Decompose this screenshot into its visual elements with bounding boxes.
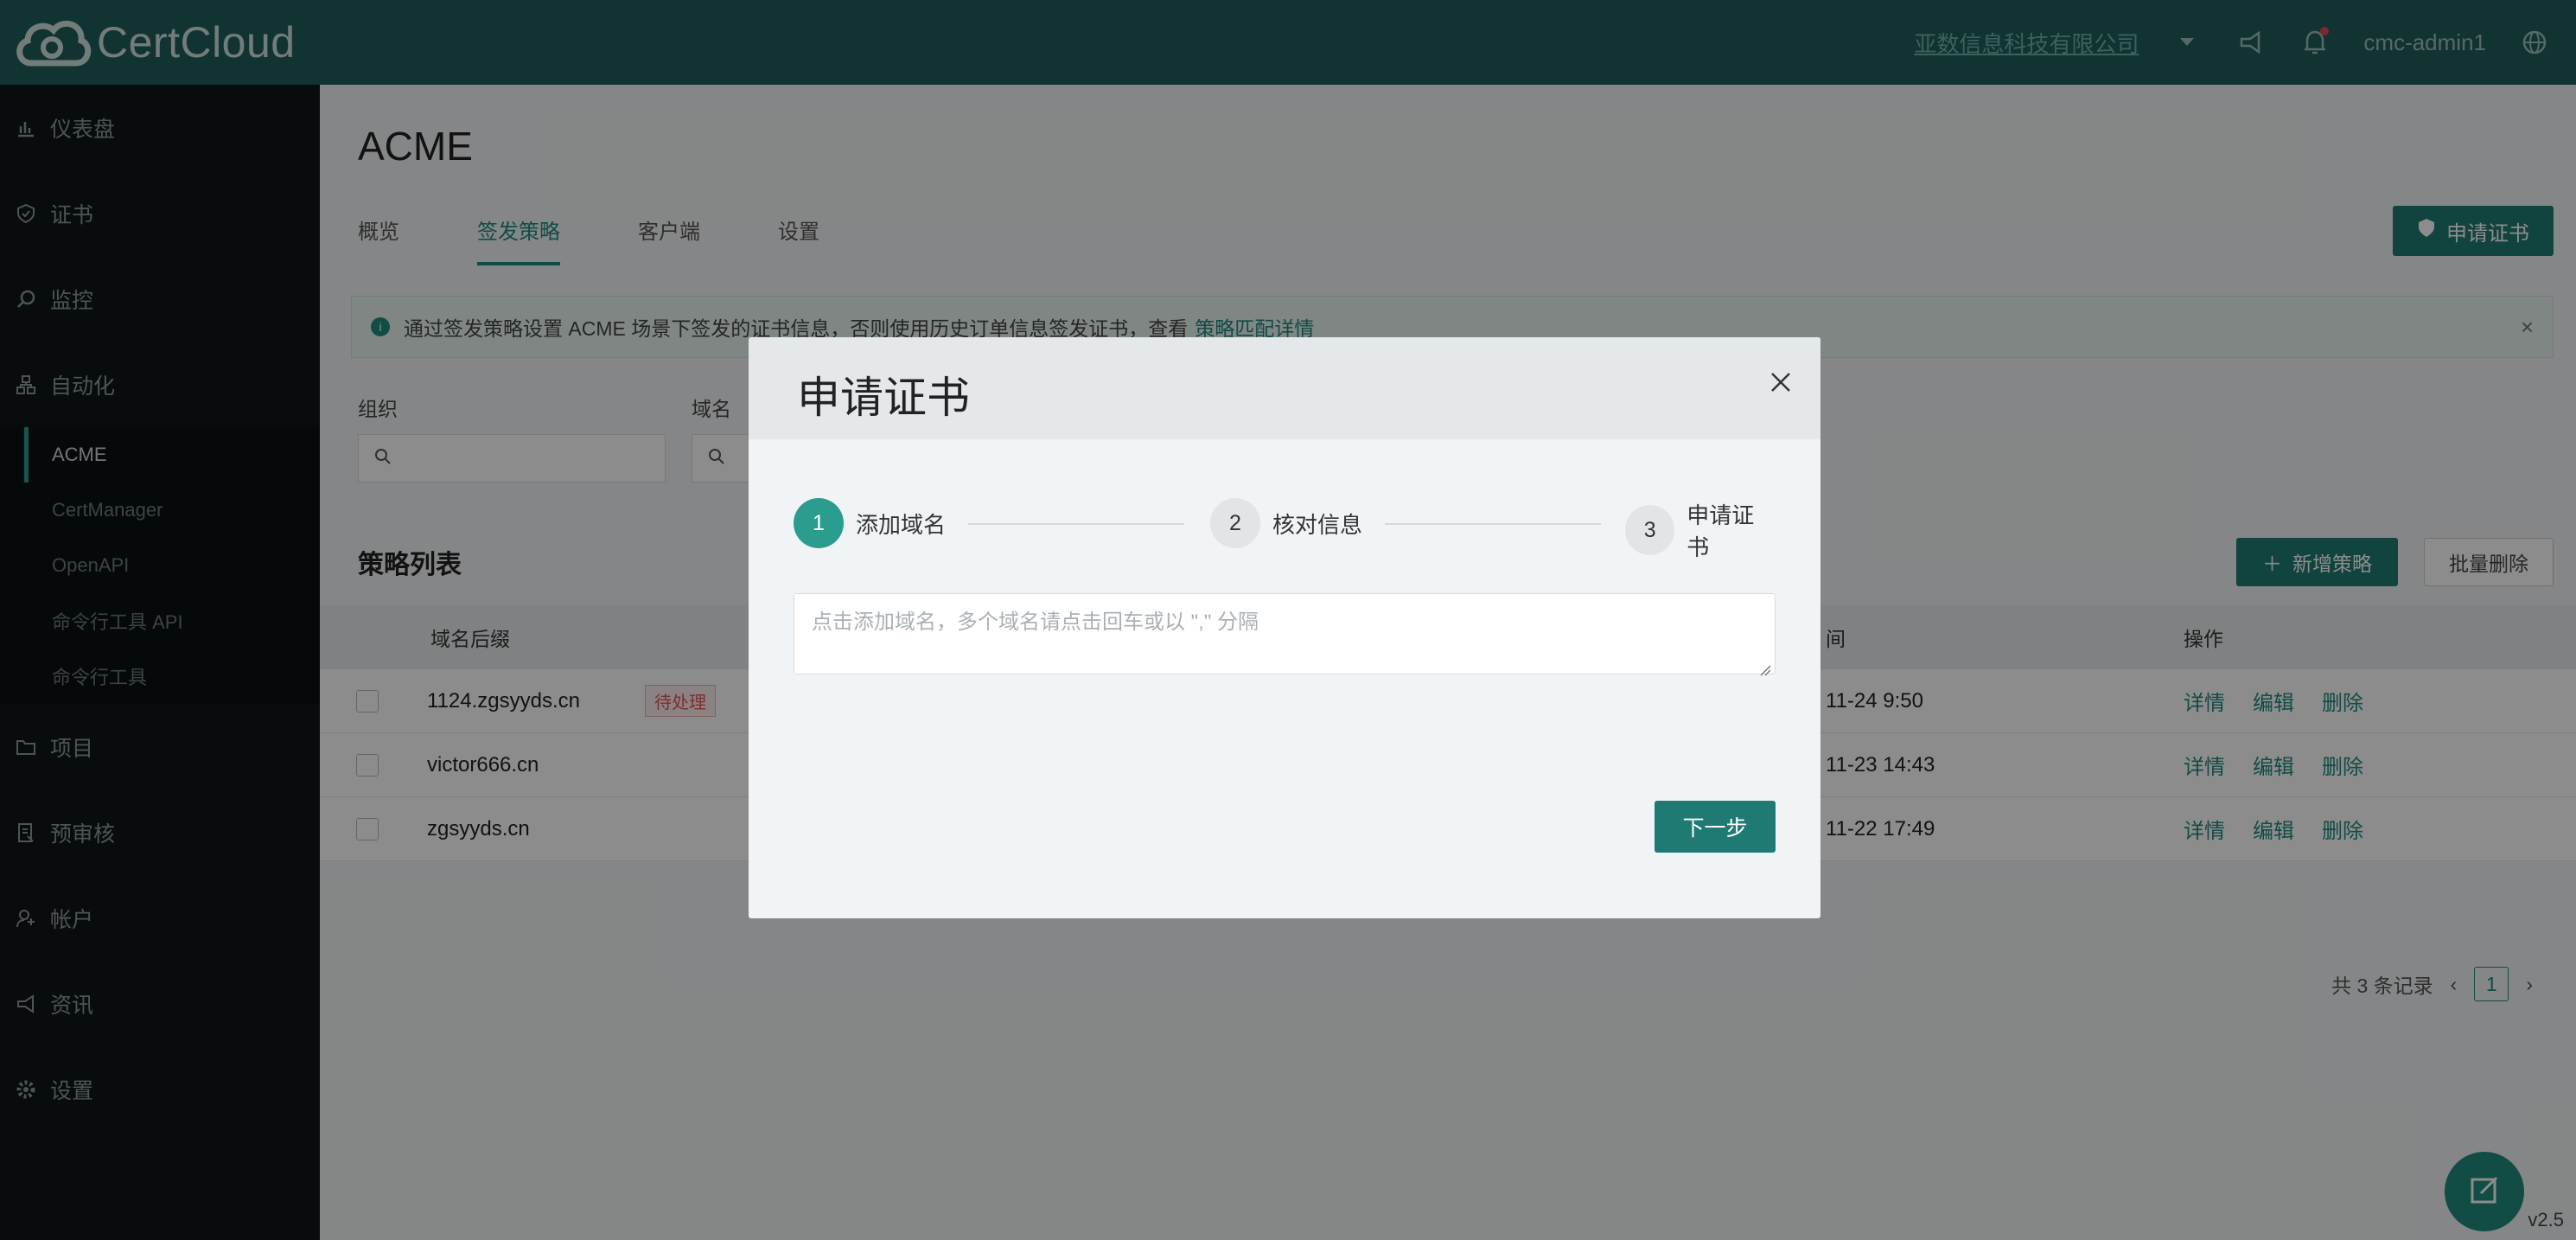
- domain-input-textarea[interactable]: 点击添加域名，多个域名请点击回车或以 "," 分隔: [794, 593, 1776, 676]
- close-icon[interactable]: [1767, 368, 1795, 396]
- step-add-domain: 1 添加域名: [794, 498, 946, 548]
- step-label: 核对信息: [1272, 511, 1363, 538]
- step-label: 添加域名: [856, 511, 947, 538]
- apply-certificate-dialog: 申请证书 1 添加域名 2 核对信息 3 申请证书 点击添加域名，多个域名请点击…: [749, 337, 1820, 918]
- step-connector: [968, 523, 1184, 525]
- step-number: 3: [1625, 505, 1675, 555]
- textarea-placeholder: 点击添加域名，多个域名请点击回车或以 "," 分隔: [812, 610, 1259, 634]
- step-label: 申请证书: [1687, 502, 1755, 560]
- step-number: 2: [1210, 498, 1260, 548]
- step-apply-certificate: 3 申请证书: [1625, 498, 1776, 562]
- resize-handle-icon[interactable]: [1759, 658, 1771, 676]
- stepper: 1 添加域名 2 核对信息 3 申请证书: [794, 498, 1776, 560]
- step-verify-info: 2 核对信息: [1210, 498, 1362, 548]
- dialog-header: 申请证书: [749, 337, 1820, 439]
- step-number: 1: [794, 498, 844, 548]
- dialog-title: 申请证书: [797, 374, 970, 422]
- step-connector: [1385, 523, 1601, 525]
- next-step-button[interactable]: 下一步: [1655, 801, 1776, 853]
